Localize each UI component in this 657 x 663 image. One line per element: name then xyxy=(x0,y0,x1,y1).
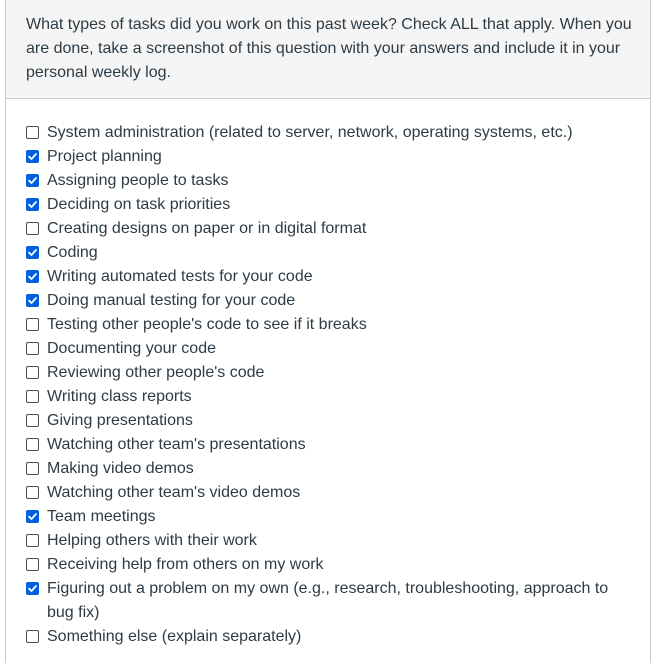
checkbox-checked[interactable] xyxy=(26,294,39,307)
answer-option[interactable]: System administration (related to server… xyxy=(26,121,626,145)
answer-label: Project planning xyxy=(47,148,162,165)
answer-label: Deciding on task priorities xyxy=(47,196,231,213)
checkbox-unchecked[interactable] xyxy=(26,318,39,331)
checkbox-unchecked[interactable] xyxy=(26,486,39,499)
question-header: What types of tasks did you work on this… xyxy=(6,0,650,99)
checkbox-unchecked[interactable] xyxy=(26,342,39,355)
checkbox-unchecked[interactable] xyxy=(26,222,39,235)
answer-label: Watching other team's video demos xyxy=(47,484,301,501)
checkbox-checked[interactable] xyxy=(26,246,39,259)
checkbox-checked[interactable] xyxy=(26,582,39,595)
answer-option[interactable]: Giving presentations xyxy=(26,409,626,433)
answer-label: Receiving help from others on my work xyxy=(47,556,324,573)
answer-label: Team meetings xyxy=(47,508,156,525)
answer-label: Creating designs on paper or in digital … xyxy=(47,220,367,237)
answer-option[interactable]: Coding xyxy=(26,241,626,265)
answer-label: Figuring out a problem on my own (e.g., … xyxy=(47,580,609,621)
answer-label: Writing automated tests for your code xyxy=(47,268,313,285)
answer-label: Testing other people's code to see if it… xyxy=(47,316,367,333)
answer-option[interactable]: Assigning people to tasks xyxy=(26,169,626,193)
answer-option[interactable]: Helping others with their work xyxy=(26,529,626,553)
question-text: What types of tasks did you work on this… xyxy=(26,16,632,81)
answer-label: Something else (explain separately) xyxy=(47,628,302,645)
checkbox-unchecked[interactable] xyxy=(26,630,39,643)
answer-option[interactable]: Documenting your code xyxy=(26,337,626,361)
checkbox-checked[interactable] xyxy=(26,150,39,163)
answer-option[interactable]: Watching other team's video demos xyxy=(26,481,626,505)
answer-option[interactable]: Deciding on task priorities xyxy=(26,193,626,217)
checkmark-icon xyxy=(28,249,37,256)
answer-option[interactable]: Team meetings xyxy=(26,505,626,529)
checkmark-icon xyxy=(28,585,37,592)
answer-label: Doing manual testing for your code xyxy=(47,292,296,309)
checkbox-unchecked[interactable] xyxy=(26,534,39,547)
answer-list: System administration (related to server… xyxy=(26,121,626,649)
answer-option[interactable]: Writing class reports xyxy=(26,385,626,409)
answer-label: Watching other team's presentations xyxy=(47,436,306,453)
checkbox-unchecked[interactable] xyxy=(26,438,39,451)
answer-label: Documenting your code xyxy=(47,340,216,357)
checkbox-unchecked[interactable] xyxy=(26,462,39,475)
answer-option[interactable]: Writing automated tests for your code xyxy=(26,265,626,289)
checkbox-checked[interactable] xyxy=(26,198,39,211)
answer-option[interactable]: Figuring out a problem on my own (e.g., … xyxy=(26,577,626,625)
checkmark-icon xyxy=(28,153,37,160)
answer-label: Reviewing other people's code xyxy=(47,364,265,381)
checkmark-icon xyxy=(28,273,37,280)
answer-label: Writing class reports xyxy=(47,388,192,405)
answer-label: Coding xyxy=(47,244,98,261)
answer-option[interactable]: Project planning xyxy=(26,145,626,169)
answer-option[interactable]: Something else (explain separately) xyxy=(26,625,626,649)
answer-label: Helping others with their work xyxy=(47,532,257,549)
answer-label: Assigning people to tasks xyxy=(47,172,229,189)
checkbox-unchecked[interactable] xyxy=(26,390,39,403)
checkmark-icon xyxy=(28,513,37,520)
checkbox-unchecked[interactable] xyxy=(26,366,39,379)
checkmark-icon xyxy=(28,177,37,184)
answer-option[interactable]: Watching other team's presentations xyxy=(26,433,626,457)
checkmark-icon xyxy=(28,297,37,304)
answer-option[interactable]: Receiving help from others on my work xyxy=(26,553,626,577)
checkbox-checked[interactable] xyxy=(26,270,39,283)
checkbox-unchecked[interactable] xyxy=(26,414,39,427)
question-card: What types of tasks did you work on this… xyxy=(5,0,651,663)
checkbox-checked[interactable] xyxy=(26,510,39,523)
answer-option[interactable]: Reviewing other people's code xyxy=(26,361,626,385)
answer-label: Making video demos xyxy=(47,460,194,477)
checkbox-unchecked[interactable] xyxy=(26,558,39,571)
answer-label: Giving presentations xyxy=(47,412,193,429)
checkbox-checked[interactable] xyxy=(26,174,39,187)
checkbox-unchecked[interactable] xyxy=(26,126,39,139)
answer-option[interactable]: Testing other people's code to see if it… xyxy=(26,313,626,337)
answer-label: System administration (related to server… xyxy=(47,124,573,141)
checkmark-icon xyxy=(28,201,37,208)
answer-option[interactable]: Making video demos xyxy=(26,457,626,481)
answer-option[interactable]: Doing manual testing for your code xyxy=(26,289,626,313)
answer-option[interactable]: Creating designs on paper or in digital … xyxy=(26,217,626,241)
